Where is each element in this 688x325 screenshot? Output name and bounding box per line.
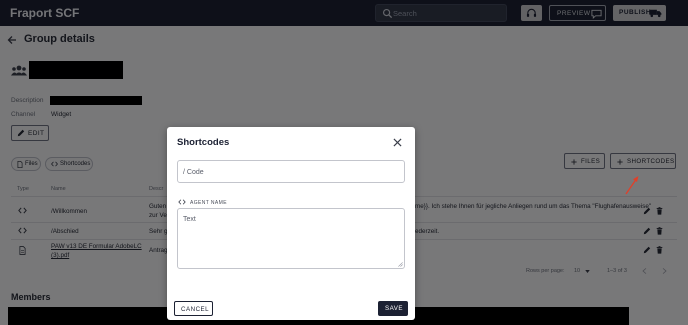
text-placeholder: Text [183, 216, 196, 223]
agent-name-label: AGENT NAME [190, 200, 227, 206]
resize-handle-icon[interactable] [398, 262, 403, 267]
code-icon [178, 199, 186, 205]
cancel-button[interactable]: CANCEL [174, 301, 213, 316]
shortcodes-dialog: Shortcodes / Code AGENT NAME Text CANCEL… [167, 127, 415, 320]
save-button[interactable]: SAVE [378, 301, 408, 316]
text-textarea[interactable]: Text [177, 208, 405, 269]
code-input[interactable]: / Code [177, 160, 405, 183]
dialog-title: Shortcodes [177, 137, 230, 148]
code-placeholder: / Code [183, 169, 204, 176]
annotation-arrow-icon [625, 176, 639, 195]
close-icon[interactable] [393, 138, 402, 147]
save-label: SAVE [385, 305, 404, 312]
cancel-label: CANCEL [181, 306, 210, 313]
